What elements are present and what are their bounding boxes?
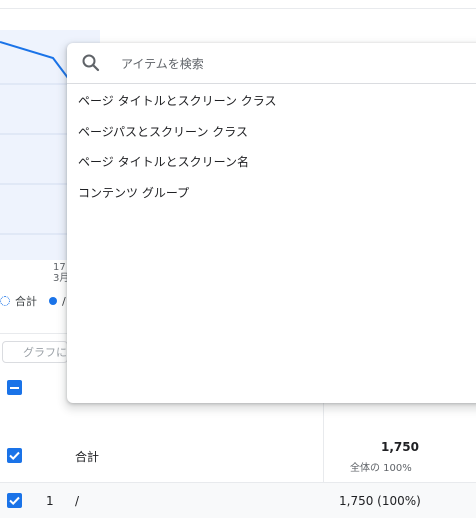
option-page-title-screen-class[interactable]: ページ タイトルとスクリーン クラス: [78, 92, 277, 109]
option-page-path-screen-class[interactable]: ページパスとスクリーン クラス: [78, 123, 248, 140]
search-icon: [82, 54, 100, 72]
search-input[interactable]: [119, 51, 423, 77]
total-value: 1,750: [381, 440, 419, 454]
legend-series-label: /: [62, 294, 66, 308]
series-legend-icon: [49, 297, 57, 305]
select-all-checkbox[interactable]: [7, 380, 22, 395]
total-row-checkbox[interactable]: [7, 448, 22, 463]
top-divider: [0, 8, 476, 9]
total-percent: 全体の 100%: [350, 463, 412, 474]
check-icon: [9, 451, 20, 461]
row-index: 1: [46, 494, 54, 508]
option-content-group[interactable]: コンテンツ グループ: [78, 184, 189, 201]
chart-legend: 合計 /: [0, 293, 66, 309]
legend-total-label: 合計: [15, 295, 37, 308]
row-checkbox[interactable]: [7, 493, 22, 508]
total-legend-icon: [0, 296, 10, 306]
row-value: 1,750 (100%): [339, 494, 421, 508]
table-row[interactable]: 1 / 1,750 (100%): [0, 483, 476, 518]
total-row-label: 合計: [75, 450, 100, 464]
row-path[interactable]: /: [75, 494, 79, 508]
option-page-title-screen-name[interactable]: ページ タイトルとスクリーン名: [78, 153, 249, 170]
dimension-dropdown: ページ タイトルとスクリーン クラス ページパスとスクリーン クラス ページ タ…: [67, 43, 476, 403]
search-bar: [67, 43, 476, 84]
check-icon: [9, 496, 20, 506]
plot-rows-button[interactable]: グラフに: [2, 341, 68, 363]
